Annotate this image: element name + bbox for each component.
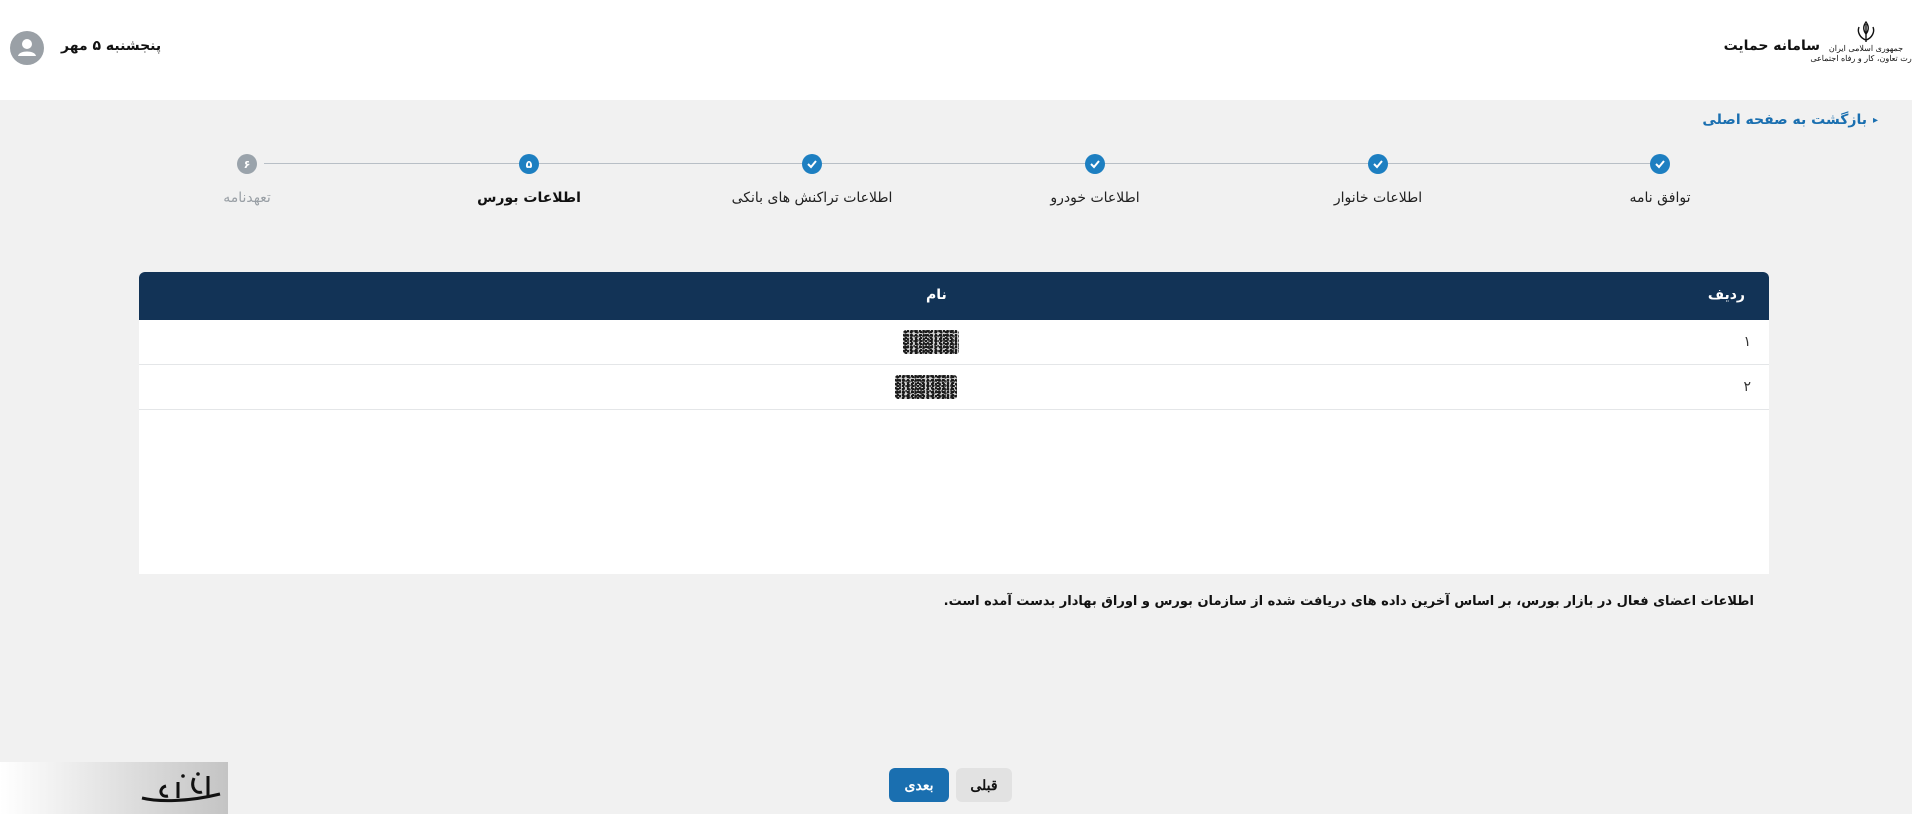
emblem-line2: وزارت تعاون، کار و رفاه اجتماعی [1810, 54, 1912, 63]
top-header: جمهوری اسلامی ایران وزارت تعاون، کار و ر… [0, 0, 1912, 100]
emblem-line1: جمهوری اسلامی ایران [1828, 44, 1904, 53]
table-row: ۱ [139, 320, 1769, 365]
step-5-label: اطلاعات بورس [477, 190, 581, 206]
chevron-right-icon: ▸ [1872, 114, 1878, 126]
step-1-label: توافق نامه [1629, 190, 1691, 206]
user-icon [18, 39, 36, 56]
step-1-check-icon [1650, 154, 1670, 174]
back-to-home-link[interactable]: ▸ بازگشت به صفحه اصلی [1702, 112, 1878, 128]
step-4-check-icon [802, 154, 822, 174]
table-header: ردیف نام [139, 272, 1769, 320]
step-3-label: اطلاعات خودرو [1050, 190, 1140, 206]
stock-members-table: ردیف نام ۱ ۲ [139, 272, 1769, 574]
next-button[interactable]: بعدی [889, 768, 949, 802]
step-6-number: ۶ [237, 154, 257, 174]
column-header-name: نام [926, 287, 947, 303]
tabnak-logo-icon [141, 772, 221, 803]
tabnak-watermark [0, 762, 228, 814]
step-2-check-icon [1368, 154, 1388, 174]
user-avatar[interactable] [10, 31, 44, 65]
redacted-name [895, 375, 957, 399]
step-3-check-icon [1085, 154, 1105, 174]
table-row: ۲ [139, 365, 1769, 410]
government-emblem: جمهوری اسلامی ایران وزارت تعاون، کار و ر… [1810, 20, 1912, 76]
previous-button[interactable]: قبلی [956, 768, 1012, 802]
step-5-number: ۵ [519, 154, 539, 174]
redacted-name [903, 330, 959, 354]
data-source-note: اطلاعات اعضای فعال در بازار بورس، بر اسا… [943, 594, 1754, 609]
step-6-label: تعهدنامه [223, 190, 271, 206]
row-number: ۲ [1743, 379, 1751, 395]
step-2-label: اطلاعات خانوار [1333, 190, 1423, 206]
back-link-label: بازگشت به صفحه اصلی [1702, 112, 1867, 128]
app-title: سامانه حمایت [1723, 38, 1820, 54]
row-number: ۱ [1743, 334, 1751, 350]
step-4-label: اطلاعات تراکنش های بانکی [731, 190, 893, 206]
stepper-track [264, 163, 1660, 164]
iran-emblem-icon [1857, 20, 1875, 42]
current-date: پنجشنبه ۵ مهر [61, 38, 162, 54]
column-header-row: ردیف [1707, 287, 1745, 303]
